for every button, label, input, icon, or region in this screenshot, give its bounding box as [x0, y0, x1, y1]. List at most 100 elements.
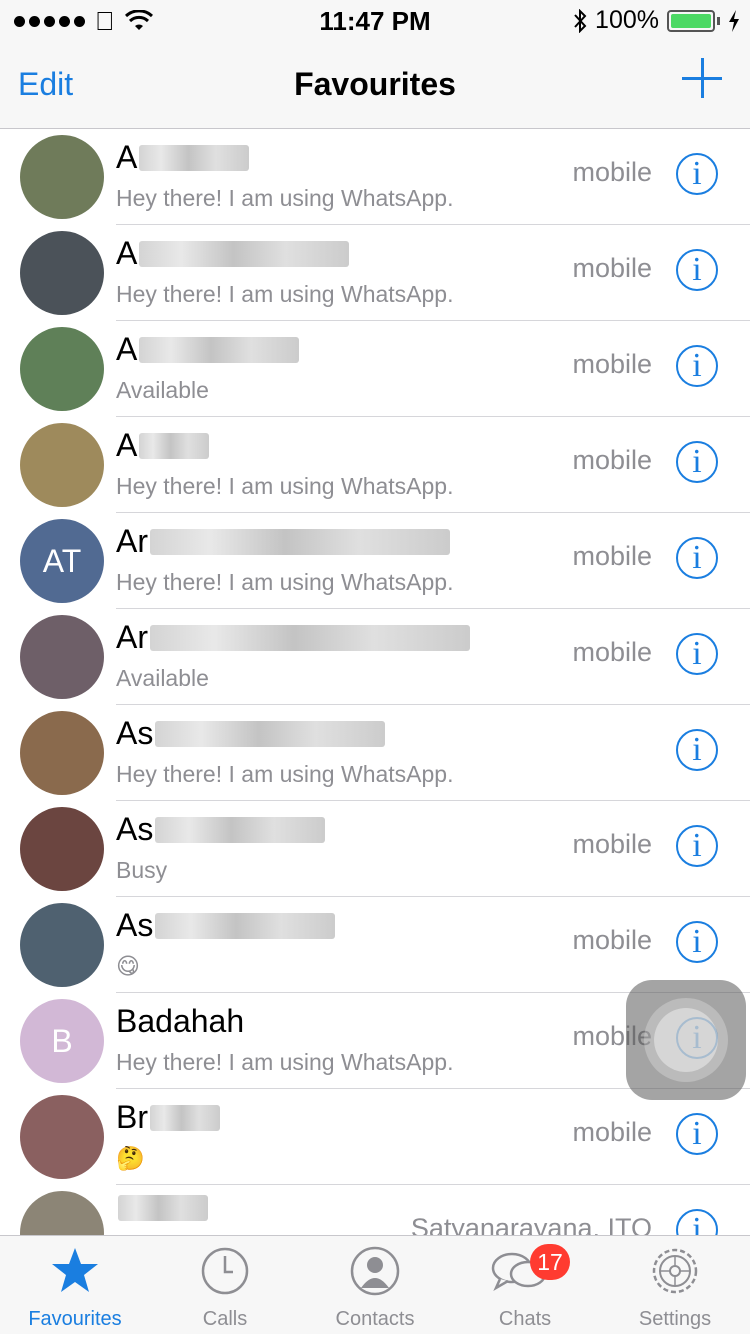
contact-avatar[interactable]: [20, 1191, 104, 1236]
tab-chats[interactable]: 17 Chats: [450, 1236, 600, 1334]
info-icon[interactable]: i: [676, 729, 718, 771]
contact-name: A: [116, 235, 350, 272]
contact-avatar[interactable]: B: [20, 999, 104, 1083]
contact-avatar[interactable]: [20, 1095, 104, 1179]
contact-row[interactable]: A Available mobile i: [0, 321, 750, 417]
contact-row[interactable]: As 😋 mobile i: [0, 897, 750, 993]
contact-avatar[interactable]: [20, 711, 104, 795]
gear-icon: [652, 1248, 698, 1294]
contact-row[interactable]: Satyanarayana, ITO i: [0, 1185, 750, 1236]
contact-avatar[interactable]: [20, 135, 104, 219]
contact-row[interactable]: A Hey there! I am using WhatsApp. mobile i: [0, 417, 750, 513]
redacted-name-blur: [155, 720, 386, 747]
phone-label: mobile: [572, 349, 652, 379]
tab-contacts[interactable]: Contacts: [300, 1236, 450, 1334]
contact-avatar[interactable]: AT: [20, 519, 104, 603]
tab-favourites[interactable]: Favourites: [0, 1236, 150, 1334]
redacted-name-blur: [139, 144, 250, 171]
phone-label: mobile: [572, 829, 652, 859]
add-favourite-button[interactable]: [682, 58, 722, 98]
contact-name: Ar: [116, 619, 470, 656]
navigation-bar: Edit Favourites: [0, 40, 750, 129]
unread-badge: 17: [530, 1244, 570, 1280]
star-icon: [52, 1248, 98, 1292]
battery-cap: [717, 16, 720, 25]
contact-name-text: A: [116, 331, 138, 367]
contact-name-text: Badahah: [116, 1003, 245, 1039]
contact-status: 🤔: [116, 1145, 145, 1171]
contact-avatar[interactable]: [20, 903, 104, 987]
tab-label: Contacts: [335, 1308, 415, 1330]
contact-row[interactable]: Br 🤔 mobile i: [0, 1089, 750, 1185]
info-icon[interactable]: i: [676, 1113, 718, 1155]
info-icon[interactable]: i: [676, 249, 718, 291]
page-title: Favourites: [294, 66, 456, 102]
tab-label: Favourites: [28, 1308, 122, 1330]
contact-row[interactable]: As Busy mobile i: [0, 801, 750, 897]
person-icon: [350, 1246, 400, 1296]
contact-name-text: As: [116, 811, 154, 847]
info-icon[interactable]: i: [676, 825, 718, 867]
info-icon[interactable]: i: [676, 537, 718, 579]
info-icon[interactable]: i: [676, 1209, 718, 1236]
redacted-name-blur: [139, 240, 350, 267]
phone-label: mobile: [572, 253, 652, 283]
contact-name-text: Ar: [116, 619, 148, 655]
contact-name: As: [116, 907, 336, 944]
contact-avatar[interactable]: [20, 327, 104, 411]
redacted-name-blur: [139, 336, 300, 363]
redacted-name-blur: [150, 1104, 220, 1131]
contact-name: As: [116, 715, 386, 752]
phone-label: mobile: [572, 637, 652, 667]
redacted-name-blur: [155, 816, 326, 843]
contact-status: Hey there! I am using WhatsApp.: [116, 1049, 454, 1075]
status-right: 100%: [573, 6, 740, 35]
contact-name: [116, 1195, 208, 1221]
clock-icon: [201, 1247, 249, 1295]
contact-name-text: As: [116, 907, 154, 943]
tab-settings[interactable]: Settings: [600, 1236, 750, 1334]
contact-status: Available: [116, 665, 209, 691]
contact-name: A: [116, 331, 300, 368]
battery-percent: 100%: [595, 6, 659, 34]
info-icon[interactable]: i: [676, 153, 718, 195]
info-icon[interactable]: i: [676, 633, 718, 675]
contact-status: Hey there! I am using WhatsApp.: [116, 569, 454, 595]
contact-name-text: As: [116, 715, 154, 751]
contact-name-text: Br: [116, 1099, 148, 1135]
contact-row[interactable]: A Hey there! I am using WhatsApp. mobile i: [0, 129, 750, 225]
contact-status: Hey there! I am using WhatsApp.: [116, 761, 454, 787]
redacted-name-blur: [155, 912, 336, 939]
phone-label: mobile: [572, 445, 652, 475]
contact-status: Hey there! I am using WhatsApp.: [116, 473, 454, 499]
redacted-name-blur: [139, 432, 210, 459]
contact-row[interactable]: AT Ar Hey there! I am using WhatsApp. mobil…: [0, 513, 750, 609]
assistive-touch-dot: [654, 1008, 718, 1072]
contact-status: Hey there! I am using WhatsApp.: [116, 185, 454, 211]
contact-name-text: Ar: [116, 523, 148, 559]
redacted-name-blur: [150, 528, 450, 555]
contact-name-text: A: [116, 139, 138, 175]
contact-row[interactable]: A Hey there! I am using WhatsApp. mobile i: [0, 225, 750, 321]
redacted-name-blur: [118, 1195, 208, 1221]
contact-avatar[interactable]: [20, 807, 104, 891]
contact-row[interactable]: Ar Available mobile i: [0, 609, 750, 705]
info-icon[interactable]: i: [676, 921, 718, 963]
assistive-touch-button[interactable]: [626, 980, 746, 1100]
contact-status: 😋: [116, 953, 140, 979]
charging-bolt-icon: [729, 9, 739, 32]
contact-avatar[interactable]: [20, 423, 104, 507]
tab-calls[interactable]: Calls: [150, 1236, 300, 1334]
battery-icon: [667, 9, 715, 32]
contact-avatar[interactable]: [20, 615, 104, 699]
contact-name: A: [116, 139, 250, 176]
contact-avatar[interactable]: [20, 231, 104, 315]
phone-label: mobile: [572, 1117, 652, 1147]
info-icon[interactable]: i: [676, 441, 718, 483]
info-icon[interactable]: i: [676, 345, 718, 387]
phone-label: Satyanarayana, ITO: [410, 1213, 652, 1236]
contact-row[interactable]: As Hey there! I am using WhatsApp. i: [0, 705, 750, 801]
contact-status: Available: [116, 377, 209, 403]
contact-name: A: [116, 427, 210, 464]
contact-name: Badahah: [116, 1003, 244, 1040]
